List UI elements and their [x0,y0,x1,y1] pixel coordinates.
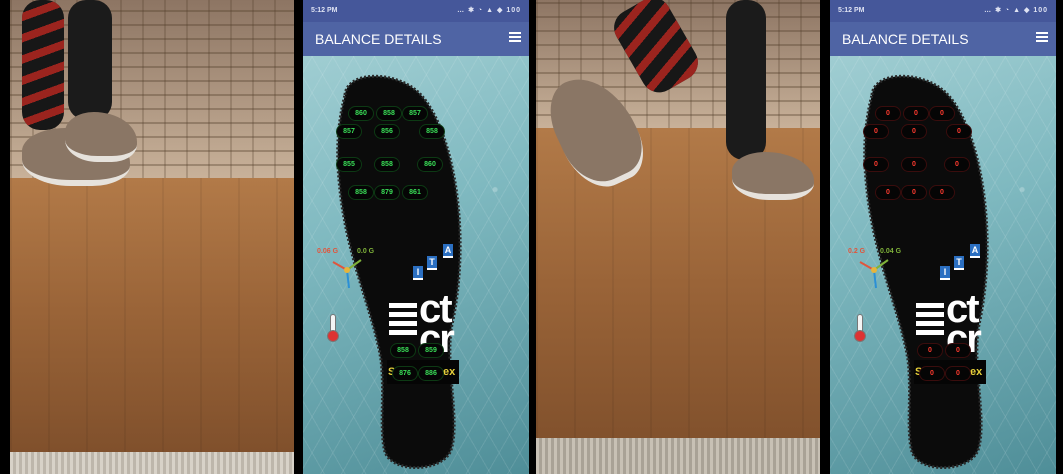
pressure-sensor: 858 [377,107,401,120]
accelerometer-axes-icon [332,259,362,289]
phone-screen-2: 5:12 PM … ✱ ◔ ▲ ◆ 100 BALANCE DETAILS 0 … [830,0,1056,474]
logo-bars [916,303,944,339]
pressure-sensor: 0 [930,107,954,120]
pressure-sensor: 0 [920,367,944,380]
pressure-sensor: 857 [337,125,361,138]
camera-photo-walking [536,0,820,474]
pressure-sensor: 0 [947,125,971,138]
brand-right: ex [970,366,983,378]
thermometer-icon [327,314,339,342]
pressure-sensor: 0 [876,107,900,120]
pressure-sensor: 857 [403,107,427,120]
pressure-sensor: 0 [918,344,942,357]
pressure-sensor: 886 [419,367,443,380]
pressure-sensor: 860 [418,158,442,171]
pressure-sensor: 858 [420,125,444,138]
pressure-sensor: 855 [337,158,361,171]
pressure-sensor: 858 [391,344,415,357]
brand-right: ex [443,366,456,378]
pressure-sensor: 0 [902,125,926,138]
pressure-sensor: 0 [902,186,926,199]
pressure-sensor: 876 [393,367,417,380]
insole-outline [863,74,989,469]
pressure-sensor: 858 [349,186,373,199]
pressure-sensor: 0 [902,158,926,171]
pressure-sensor: 858 [375,158,399,171]
accelerometer-axes-icon [859,259,889,289]
phone-screen-1: 5:12 PM … ✱ ◔ ▲ ◆ 100 BALANCE DETAILS 86… [303,0,529,474]
pressure-sensor: 0 [946,344,970,357]
pressure-sensor: 0 [930,186,954,199]
insole-outline [336,74,462,469]
pressure-sensor: 0 [904,107,928,120]
pressure-sensor: 0 [864,158,888,171]
pressure-sensor: 0 [946,367,970,380]
pressure-sensor: 0 [876,186,900,199]
logo-bars [389,303,417,339]
pressure-sensor: 861 [403,186,427,199]
pressure-sensor: 0 [945,158,969,171]
pressure-sensor: 0 [864,125,888,138]
pressure-sensor: 859 [419,344,443,357]
pressure-sensor: 856 [375,125,399,138]
camera-photo-standing [10,0,294,474]
thermometer-icon [854,314,866,342]
pressure-sensor: 860 [349,107,373,120]
pressure-sensor: 879 [375,186,399,199]
